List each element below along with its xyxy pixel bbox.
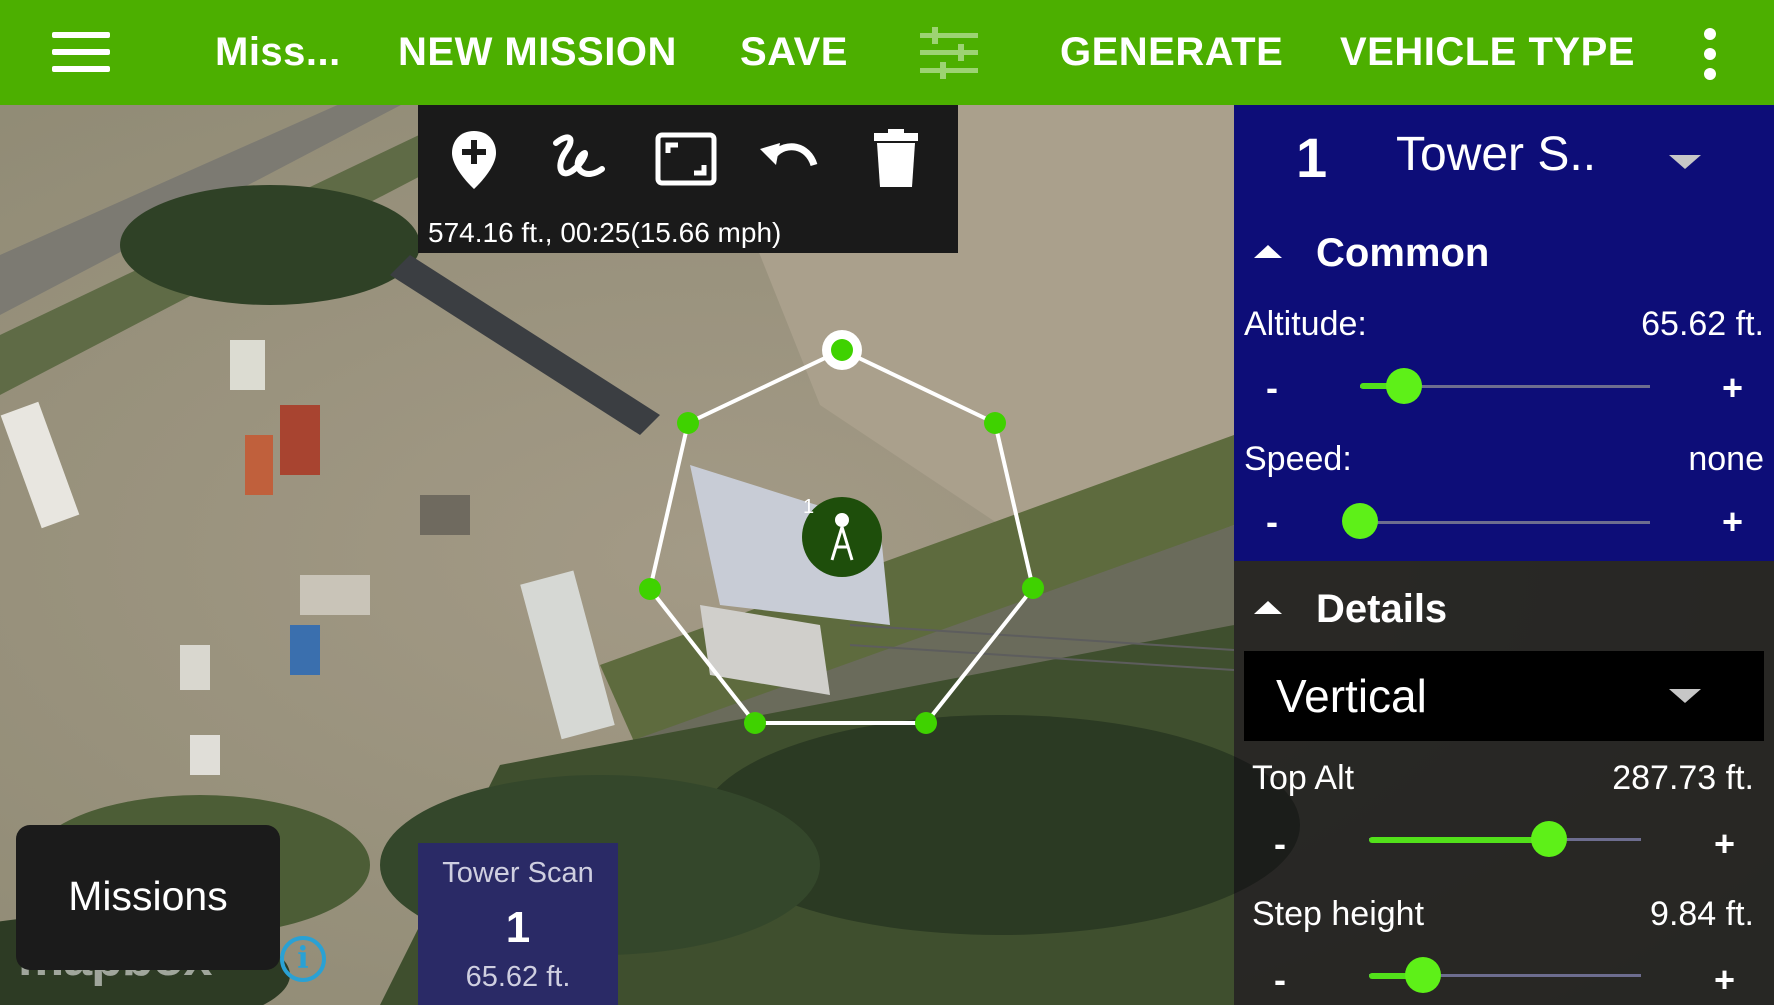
top-alt-decrease-button[interactable]: - (1274, 823, 1286, 865)
orbit-vertex[interactable] (639, 578, 661, 600)
step-height-slider-thumb[interactable] (1405, 957, 1442, 993)
draw-path-icon[interactable] (546, 127, 610, 191)
undo-icon[interactable] (756, 127, 820, 191)
details-panel: Details Top Alt 287.73 ft. - + Step heig… (1234, 561, 1774, 1005)
orbit-vertex[interactable] (1022, 577, 1044, 599)
generate-button[interactable]: GENERATE (1060, 0, 1283, 105)
save-button[interactable]: SAVE (740, 0, 848, 105)
top-alt-slider-fill (1369, 837, 1549, 843)
missions-button-label: Missions (68, 873, 228, 919)
vehicle-type-button[interactable]: VEHICLE TYPE (1340, 0, 1635, 105)
direction-dropdown[interactable]: Vertical (1244, 651, 1764, 741)
missions-button[interactable]: Missions (16, 825, 280, 970)
speed-slider-thumb[interactable] (1342, 503, 1378, 539)
direction-value: Vertical (1276, 670, 1427, 722)
waypoint-number-label: 1 (803, 496, 814, 518)
step-height-label: Step height (1252, 895, 1425, 933)
tune-icon[interactable] (920, 27, 978, 79)
mission-item-card[interactable]: Tower Scan 1 65.62 ft. (418, 843, 618, 1005)
altitude-increase-button[interactable]: + (1722, 367, 1743, 409)
orbit-vertex[interactable] (984, 412, 1006, 434)
altitude-slider-thumb[interactable] (1385, 368, 1422, 404)
mission-name-title[interactable]: Miss... (215, 0, 341, 105)
common-collapse-icon[interactable] (1254, 245, 1282, 258)
map-edit-toolbar: 574.16 ft., 00:25(15.66 mph) (418, 105, 958, 253)
altitude-decrease-button[interactable]: - (1266, 367, 1278, 409)
speed-label: Speed: (1244, 440, 1352, 478)
speed-slider-track[interactable] (1360, 521, 1650, 524)
orbit-vertex[interactable] (677, 412, 699, 434)
card-title: Tower Scan (442, 857, 594, 889)
orbit-vertex[interactable] (831, 339, 853, 361)
overflow-menu-icon[interactable] (1700, 28, 1720, 80)
mission-stats-text: 574.16 ft., 00:25(15.66 mph) (428, 217, 782, 248)
item-index: 1 (1296, 126, 1328, 189)
card-altitude: 65.62 ft. (465, 961, 571, 993)
app-bar: Miss... NEW MISSION SAVE GENERATE VEHICL… (0, 0, 1774, 105)
orbit-vertex[interactable] (744, 712, 766, 734)
hamburger-menu-icon[interactable] (52, 32, 110, 72)
item-type-chevron-down-icon[interactable] (1669, 155, 1701, 169)
common-section-header[interactable]: Common (1316, 231, 1489, 276)
details-collapse-icon[interactable] (1254, 601, 1282, 614)
step-height-increase-button[interactable]: + (1714, 959, 1735, 1001)
altitude-value: 65.62 ft. (1641, 305, 1764, 343)
mission-item-panel: 1 Tower S.. Common Altitude: 65.62 ft. -… (1234, 105, 1774, 561)
speed-value: none (1688, 440, 1764, 478)
orbit-vertex[interactable] (915, 712, 937, 734)
info-icon[interactable]: i (280, 936, 326, 982)
add-waypoint-icon[interactable] (442, 127, 506, 191)
direction-chevron-down-icon[interactable] (1669, 689, 1701, 703)
delete-icon[interactable] (864, 127, 928, 191)
fit-view-icon[interactable] (654, 127, 718, 191)
top-alt-slider-thumb[interactable] (1530, 821, 1567, 857)
item-type-dropdown[interactable]: Tower S.. (1396, 127, 1596, 182)
top-alt-increase-button[interactable]: + (1714, 823, 1735, 865)
details-section-header[interactable]: Details (1316, 587, 1447, 632)
speed-decrease-button[interactable]: - (1266, 501, 1278, 543)
top-alt-label: Top Alt (1252, 759, 1355, 797)
top-alt-value: 287.73 ft. (1612, 759, 1754, 797)
speed-increase-button[interactable]: + (1722, 501, 1743, 543)
new-mission-button[interactable]: NEW MISSION (398, 0, 677, 105)
card-number: 1 (505, 903, 531, 952)
step-height-decrease-button[interactable]: - (1274, 959, 1286, 1001)
altitude-label: Altitude: (1244, 305, 1367, 343)
step-height-value: 9.84 ft. (1650, 895, 1754, 933)
